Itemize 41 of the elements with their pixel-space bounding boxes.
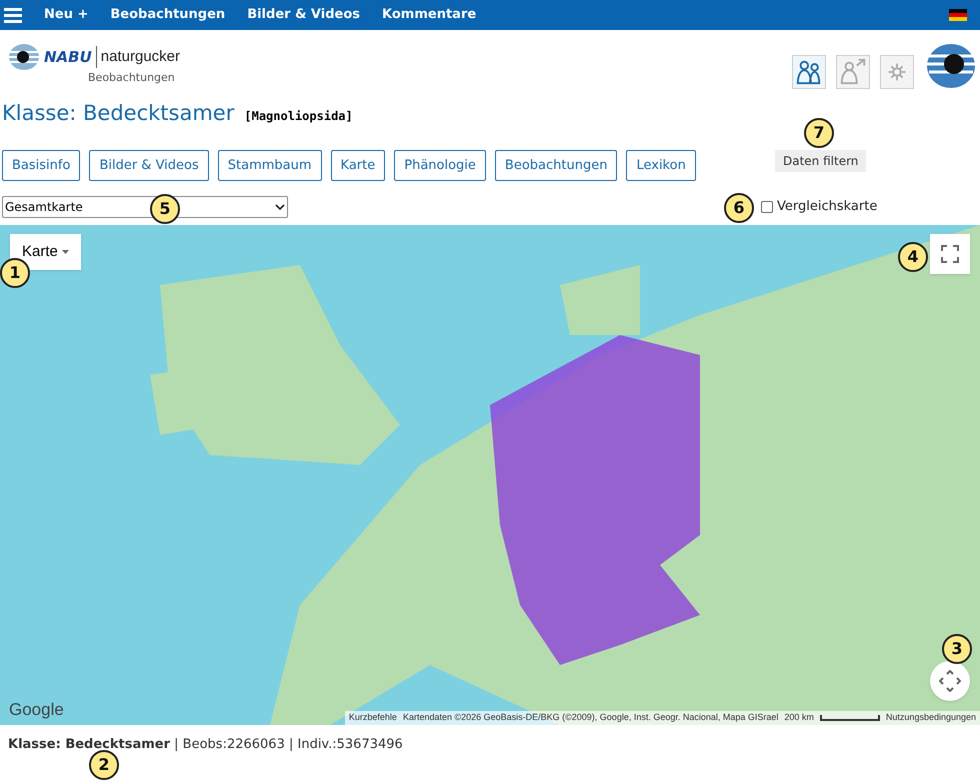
nav-link[interactable]: Neu +	[44, 5, 88, 25]
eye-logo-icon	[8, 42, 40, 72]
tab-button[interactable]: Karte	[330, 150, 386, 181]
filter-button[interactable]: Daten filtern	[775, 150, 866, 172]
logo-name: naturgucker	[96, 46, 180, 68]
number-marker: 6	[724, 193, 754, 223]
toolbar-button[interactable]	[792, 55, 826, 89]
page-title: Klasse: Bedecktsamer	[2, 100, 234, 127]
caret-icon	[62, 250, 69, 254]
latin-name: [Magnoliopsida]	[244, 108, 353, 125]
nav-link[interactable]: Kommentare	[382, 5, 476, 25]
logo-subtitle: Beobachtungen	[88, 70, 176, 86]
flag-icon[interactable]	[949, 9, 967, 21]
pan-arrows-icon	[939, 670, 961, 692]
compare-checkbox[interactable]	[761, 201, 773, 213]
terms-link[interactable]: Nutzungsbedingungen	[886, 711, 976, 725]
scale-bar-icon	[820, 715, 880, 721]
map-data-attribution: Kartendaten ©2026 GeoBasis-DE/BKG (©2009), Google, Inst. Geogr. Nacional, Mapa GISrael	[402, 711, 778, 724]
menu-icon[interactable]	[4, 6, 22, 24]
number-marker: 2	[89, 750, 119, 780]
chevron-down-icon	[275, 204, 285, 210]
number-marker: 5	[150, 194, 180, 224]
nav-link[interactable]: Beobachtungen	[110, 5, 226, 25]
tab-button[interactable]: Beobachtungen	[494, 150, 618, 181]
logo-brand: NABU	[44, 46, 92, 68]
nav-link[interactable]: Bilder & Videos	[247, 5, 360, 25]
compare-label: Vergleichskarte	[777, 198, 878, 216]
shortcuts-link[interactable]: Kurzbefehle	[348, 711, 397, 725]
scale-label: 200 km	[784, 711, 814, 724]
tab-button[interactable]: Stammbaum	[218, 150, 322, 181]
fullscreen-icon	[941, 245, 959, 263]
eye-logo-icon	[926, 42, 976, 90]
fullscreen-button[interactable]	[930, 234, 970, 274]
tab-button[interactable]: Bilder & Videos	[89, 150, 209, 181]
tab-button[interactable]: Lexikon	[626, 150, 696, 181]
number-marker: 7	[804, 118, 834, 148]
tab-button[interactable]: Phänologie	[394, 150, 486, 181]
people-icon	[795, 58, 823, 86]
tab-button[interactable]: Basisinfo	[2, 150, 80, 181]
google-logo: Google	[9, 698, 64, 720]
person-arrow-icon	[839, 58, 867, 86]
